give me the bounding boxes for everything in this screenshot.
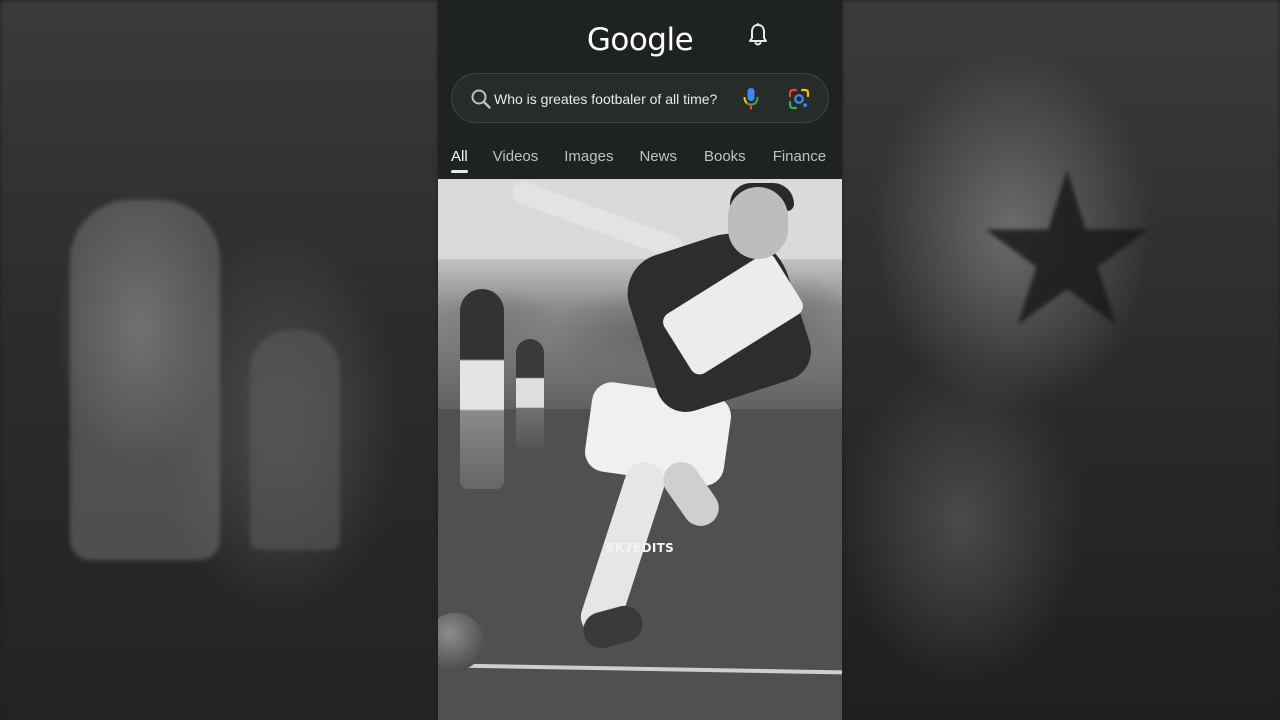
google-logo: Google (586, 22, 694, 58)
search-input[interactable]: Who is greates footbaler of all time? (494, 89, 744, 109)
tab-books[interactable]: Books (704, 140, 746, 165)
mic-icon[interactable] (742, 87, 760, 111)
search-bar[interactable]: Who is greates footbaler of all time? (451, 73, 829, 123)
tab-all[interactable]: All (451, 140, 468, 173)
search-tabs: All Videos Images News Books Finance (438, 140, 842, 178)
blurred-background-left (0, 0, 438, 720)
tab-finance[interactable]: Finance (773, 140, 826, 165)
top-bar: Google (438, 0, 842, 66)
football-photo: SK7EDITS (438, 179, 842, 720)
tab-images[interactable]: Images (564, 140, 613, 165)
blurred-background-right (842, 0, 1280, 720)
background-player (460, 289, 504, 489)
lens-icon[interactable] (788, 88, 810, 110)
search-icon (471, 89, 491, 109)
tab-videos[interactable]: Videos (493, 140, 539, 165)
blurred-star-emblem (985, 170, 1149, 325)
bell-icon[interactable] (746, 22, 770, 48)
blurred-player-figure (250, 330, 340, 550)
tab-news[interactable]: News (639, 140, 677, 165)
background-player (516, 339, 544, 449)
player-head (728, 187, 788, 259)
watermark: SK7EDITS (605, 541, 675, 555)
phone-screen: Google Who is greates footbaler of all t… (438, 0, 842, 720)
blurred-player-figure (70, 200, 220, 560)
